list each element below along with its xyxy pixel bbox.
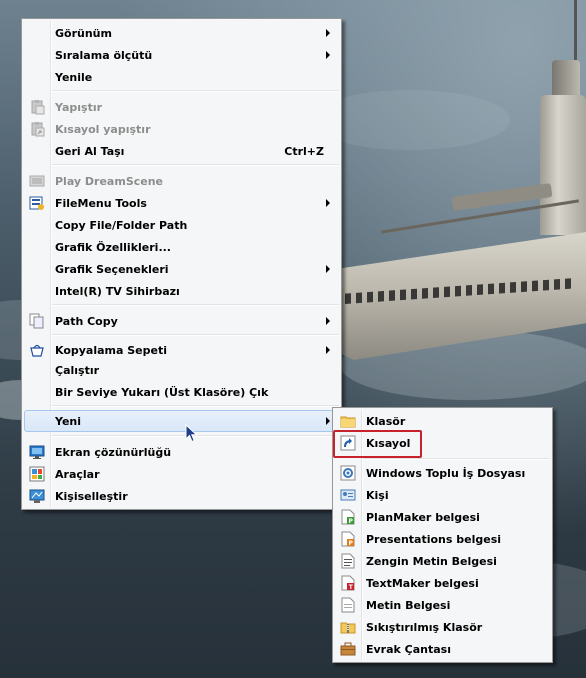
submenu-item-presentations[interactable]: P Presentations belgesi [335, 528, 550, 550]
menu-item-label: Evrak Çantası [366, 642, 452, 656]
menu-item-label: Kişi [366, 488, 389, 502]
paste-icon [29, 99, 45, 115]
desktop-context-menu: Görünüm Sıralama ölçütü Yenile Yapıştır … [21, 18, 342, 510]
textmaker-icon: T [340, 575, 356, 591]
menu-item-label: Yenile [55, 70, 93, 84]
submenu-arrow-icon [326, 265, 330, 273]
menu-item-label: Kısayol yapıştır [55, 122, 151, 136]
contact-icon [340, 487, 356, 503]
submenu-item-klasor[interactable]: Klasör [335, 410, 550, 432]
menu-separator [52, 334, 339, 336]
submenu-arrow-icon [326, 346, 330, 354]
menu-item-label: Windows Toplu İş Dosyası [366, 466, 526, 480]
display-icon [29, 444, 45, 460]
dreamscene-icon [29, 173, 45, 189]
menu-item-label: TextMaker belgesi [366, 576, 479, 590]
tools-icon [29, 466, 45, 482]
submenu-arrow-icon [326, 317, 330, 325]
personalize-icon [29, 488, 45, 504]
submenu-arrow-icon [326, 51, 330, 59]
submenu-item-batch[interactable]: Windows Toplu İş Dosyası [335, 462, 550, 484]
menu-item-label: Araçlar [55, 467, 100, 481]
menu-item-yeni[interactable]: Yeni [24, 410, 339, 432]
submenu-arrow-icon [326, 29, 330, 37]
menu-item-calistir[interactable]: Çalıştır [24, 359, 339, 381]
submenu-arrow-icon [326, 199, 330, 207]
menu-item-grafik-secenekleri[interactable]: Grafik Seçenekleri [24, 258, 339, 280]
filemenu-tools-icon [29, 195, 45, 211]
basket-icon [29, 342, 45, 358]
submenu-item-rtf[interactable]: Zengin Metin Belgesi [335, 550, 550, 572]
menu-item-kopyalama-sepeti[interactable]: Kopyalama Sepeti [24, 339, 339, 361]
menu-item-bir-seviye-yukari[interactable]: Bir Seviye Yukarı (Üst Klasöre) Çık [24, 381, 339, 403]
shortcut-text: Ctrl+Z [284, 144, 324, 158]
text-doc-icon [340, 597, 356, 613]
menu-item-label: PlanMaker belgesi [366, 510, 480, 524]
menu-item-araclar[interactable]: Araçlar [24, 463, 339, 485]
menu-item-label: Kişiselleştir [55, 489, 128, 503]
menu-item-gorunum[interactable]: Görünüm [24, 22, 339, 44]
menu-item-label: Intel(R) TV Sihirbazı [55, 284, 180, 298]
menu-item-label: Grafik Özellikleri... [55, 240, 171, 254]
menu-item-label: Klasör [366, 414, 406, 428]
menu-item-label: Yeni [55, 414, 82, 428]
menu-item-label: Play DreamScene [55, 174, 164, 188]
menu-separator [52, 164, 339, 166]
menu-item-label: Sıkıştırılmış Klasör [366, 620, 483, 634]
planmaker-icon: P [340, 509, 356, 525]
menu-separator [52, 304, 339, 306]
paste-shortcut-icon [29, 121, 45, 137]
menu-item-kisisellestir[interactable]: Kişiselleştir [24, 485, 339, 507]
menu-item-label: Bir Seviye Yukarı (Üst Klasöre) Çık [55, 385, 269, 399]
menu-separator [52, 90, 339, 92]
submenu-item-metin-belgesi[interactable]: Metin Belgesi [335, 594, 550, 616]
menu-item-kisayol-yapistir[interactable]: Kısayol yapıştır [24, 118, 339, 140]
menu-item-label: Metin Belgesi [366, 598, 451, 612]
menu-item-label: Kopyalama Sepeti [55, 343, 168, 357]
submenu-item-evrak-cantasi[interactable]: Evrak Çantası [335, 638, 550, 660]
path-copy-icon [29, 313, 45, 329]
rtf-icon [340, 553, 356, 569]
menu-item-label: Geri Al Taşı [55, 144, 125, 158]
menu-item-label: FileMenu Tools [55, 196, 147, 210]
svg-text:P: P [349, 518, 354, 525]
menu-item-label: Sıralama ölçütü [55, 48, 153, 62]
menu-item-grafik-ozellikleri[interactable]: Grafik Özellikleri... [24, 236, 339, 258]
menu-item-label: Grafik Seçenekleri [55, 262, 169, 276]
menu-item-label: Path Copy [55, 314, 118, 328]
menu-item-label: Görünüm [55, 26, 112, 40]
presentations-icon: P [340, 531, 356, 547]
menu-separator [52, 405, 339, 407]
menu-item-geri-al-tasi[interactable]: Geri Al Taşı Ctrl+Z [24, 140, 339, 162]
zip-folder-icon [340, 619, 356, 635]
submenu-item-zip[interactable]: Sıkıştırılmış Klasör [335, 616, 550, 638]
menu-item-label: Yapıştır [55, 100, 103, 114]
menu-item-label: Çalıştır [55, 363, 100, 377]
menu-item-path-copy[interactable]: Path Copy [24, 310, 339, 332]
submenu-arrow-icon [326, 417, 330, 425]
menu-item-filemenu-tools[interactable]: FileMenu Tools [24, 192, 339, 214]
menu-item-label: Presentations belgesi [366, 532, 502, 546]
folder-icon [340, 413, 356, 429]
menu-separator [363, 458, 550, 460]
menu-item-label: Copy File/Folder Path [55, 218, 188, 232]
menu-item-copy-path[interactable]: Copy File/Folder Path [24, 214, 339, 236]
submenu-item-textmaker[interactable]: T TextMaker belgesi [335, 572, 550, 594]
menu-item-siralama[interactable]: Sıralama ölçütü [24, 44, 339, 66]
menu-item-ekran-cozunurlugu[interactable]: Ekran çözünürlüğü [24, 441, 339, 463]
menu-item-intel-tv[interactable]: Intel(R) TV Sihirbazı [24, 280, 339, 302]
annotation-highlight-box [333, 430, 422, 458]
menu-item-yapistir[interactable]: Yapıştır [24, 96, 339, 118]
menu-item-yenile[interactable]: Yenile [24, 66, 339, 88]
briefcase-icon [340, 641, 356, 657]
submenu-item-planmaker[interactable]: P PlanMaker belgesi [335, 506, 550, 528]
svg-text:P: P [349, 540, 354, 547]
menu-item-label: Ekran çözünürlüğü [55, 445, 172, 459]
menu-item-label: Zengin Metin Belgesi [366, 554, 497, 568]
menu-item-play-dreamscene[interactable]: Play DreamScene [24, 170, 339, 192]
submenu-item-kisi[interactable]: Kişi [335, 484, 550, 506]
batch-file-icon [340, 465, 356, 481]
